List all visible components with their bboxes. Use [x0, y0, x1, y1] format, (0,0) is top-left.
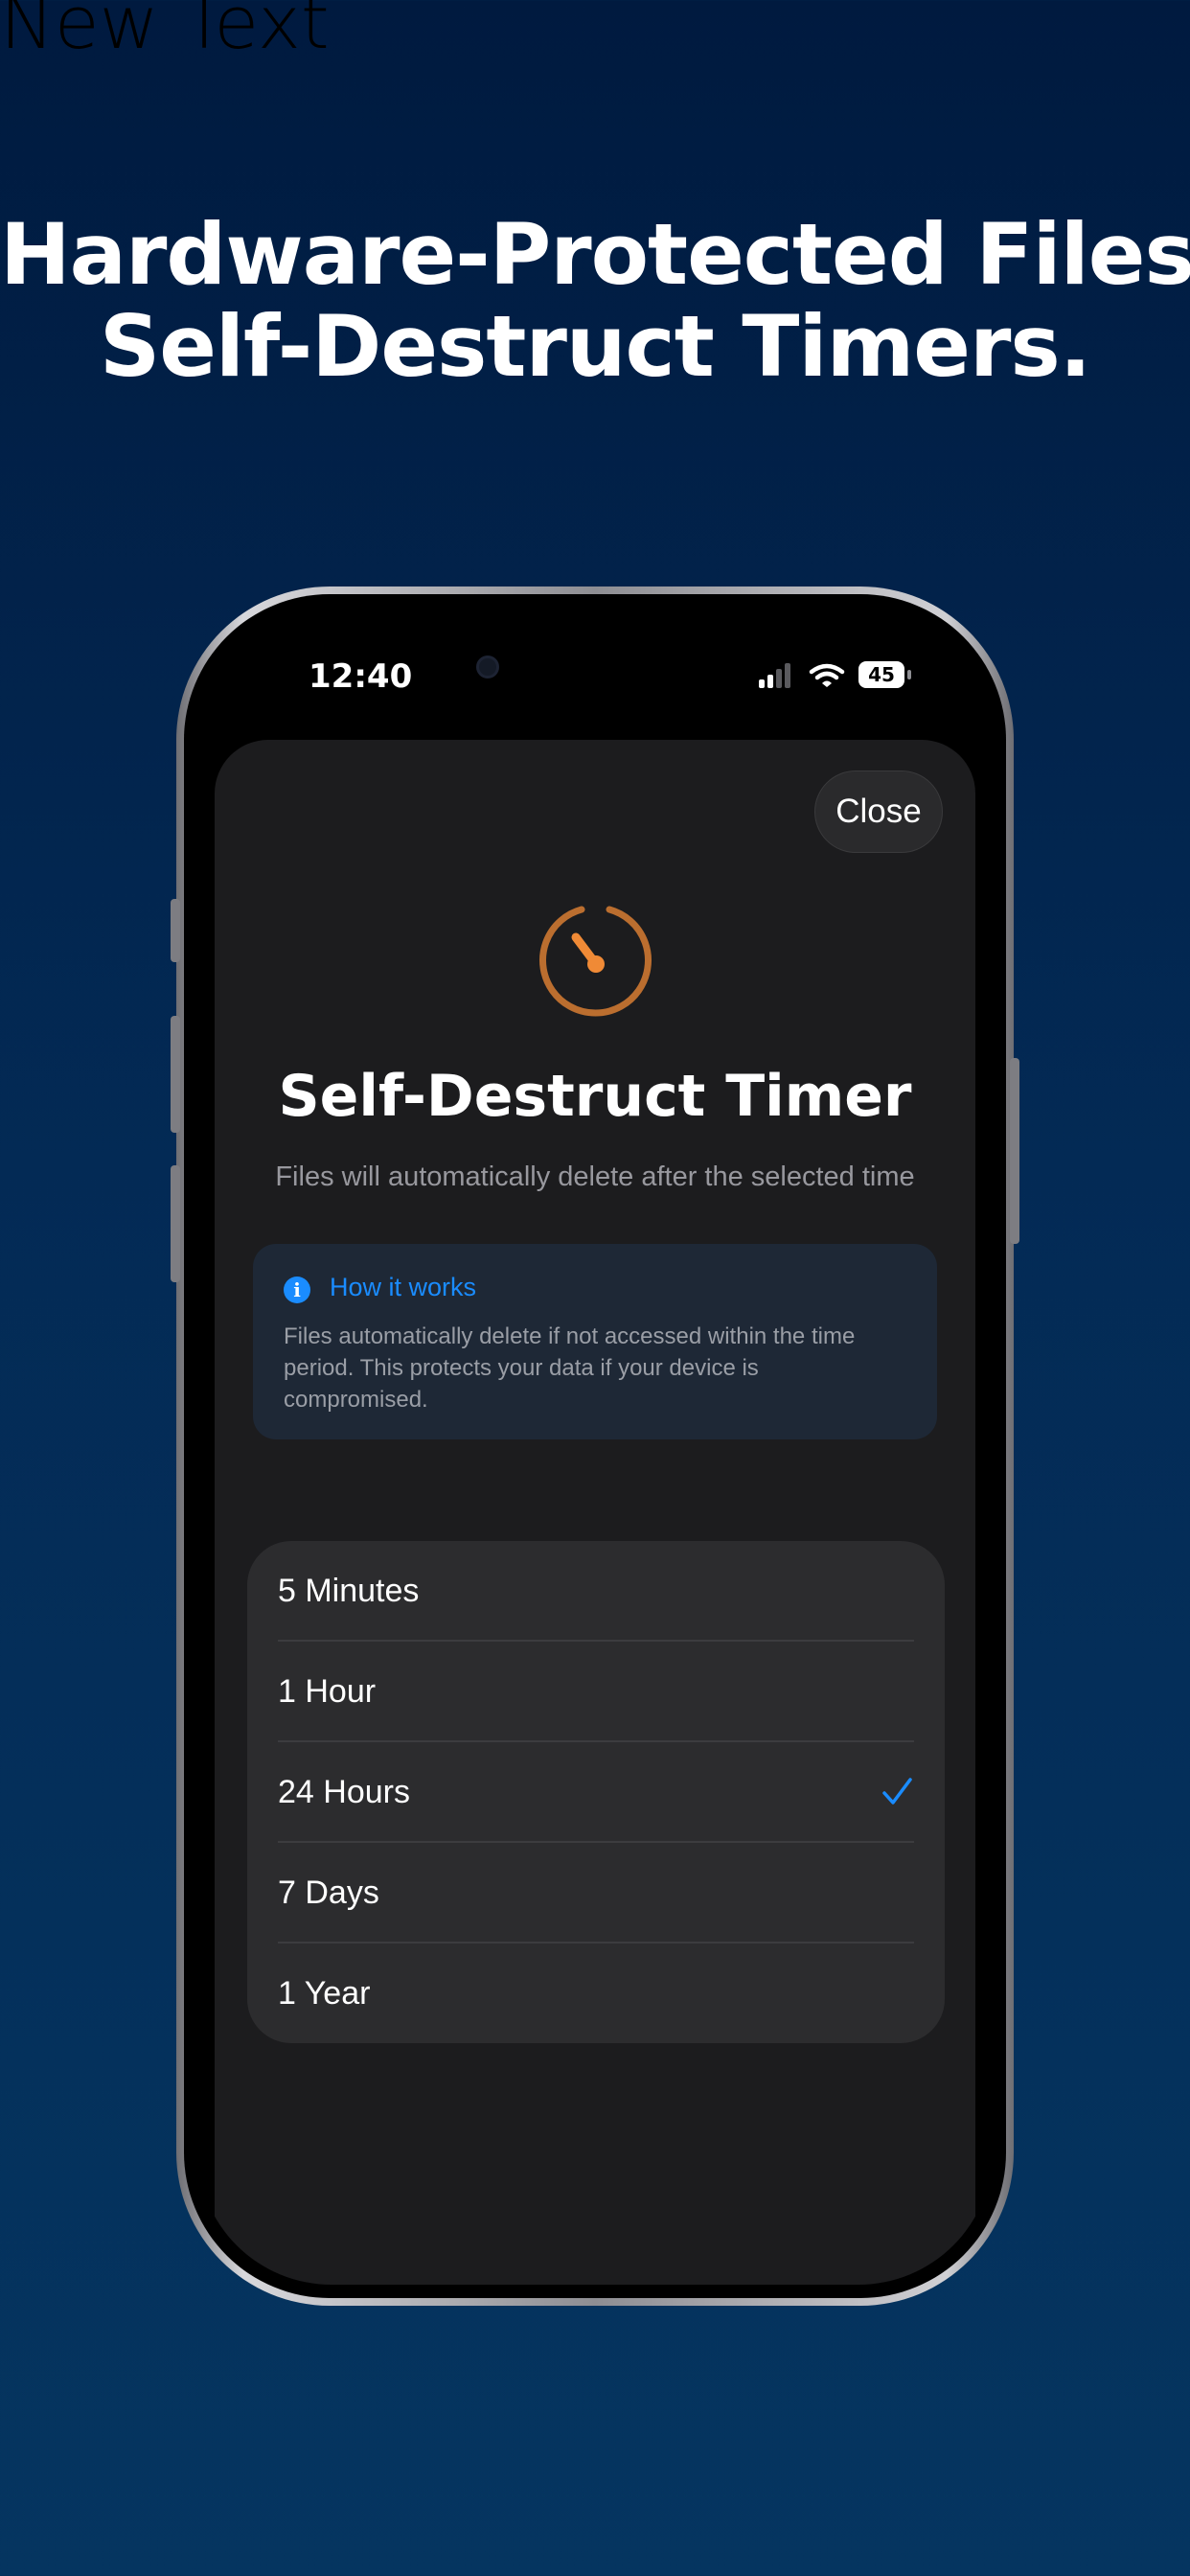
phone-screen: 12:40 45 Close Self-Destruct Timer Files… — [197, 608, 993, 2285]
phone-side-button — [171, 899, 180, 962]
option-24-hours[interactable]: 24 Hours — [247, 1742, 945, 1843]
timer-options-list: 5 Minutes 1 Hour 24 Hours 7 Days 1 Year — [247, 1541, 945, 2043]
phone-power-button — [1010, 1058, 1019, 1244]
info-title: How it works — [330, 1273, 477, 1301]
option-label: 24 Hours — [278, 1774, 410, 1810]
corner-text: New Text — [0, 0, 330, 65]
phone-volume-up-button — [171, 1016, 180, 1133]
sheet-title: Self-Destruct Timer — [278, 1063, 912, 1130]
option-label: 1 Hour — [278, 1673, 377, 1710]
front-camera — [476, 656, 499, 678]
option-label: 1 Year — [278, 1975, 371, 2012]
phone-volume-down-button — [171, 1165, 180, 1282]
wifi-icon — [809, 663, 845, 687]
option-1-year[interactable]: 1 Year — [247, 1944, 945, 2043]
headline-line-2: Self-Destruct Timers. — [99, 297, 1091, 396]
info-text: Files automatically delete if not access… — [284, 1323, 856, 1413]
timer-sheet: Close Self-Destruct Timer Files will aut… — [215, 740, 975, 2285]
sheet-subtitle: Files will automatically delete after th… — [275, 1162, 915, 1192]
close-button[interactable]: Close — [814, 770, 943, 853]
headline-line-1: Hardware-Protected Files. — [0, 205, 1190, 304]
signal-icon — [759, 661, 791, 688]
option-7-days[interactable]: 7 Days — [247, 1843, 945, 1944]
battery-nub — [907, 670, 911, 679]
option-label: 7 Days — [278, 1874, 379, 1911]
status-time: 12:40 — [309, 657, 413, 696]
option-5-minutes[interactable]: 5 Minutes — [247, 1541, 945, 1642]
option-1-hour[interactable]: 1 Hour — [247, 1642, 945, 1742]
how-it-works-box: i How it works Files automatically delet… — [253, 1244, 937, 1439]
battery-icon: 45 — [858, 661, 904, 688]
timer-icon — [539, 906, 652, 1017]
checkmark-icon — [882, 1778, 912, 1805]
option-label: 5 Minutes — [278, 1573, 420, 1609]
info-icon: i — [284, 1276, 310, 1303]
